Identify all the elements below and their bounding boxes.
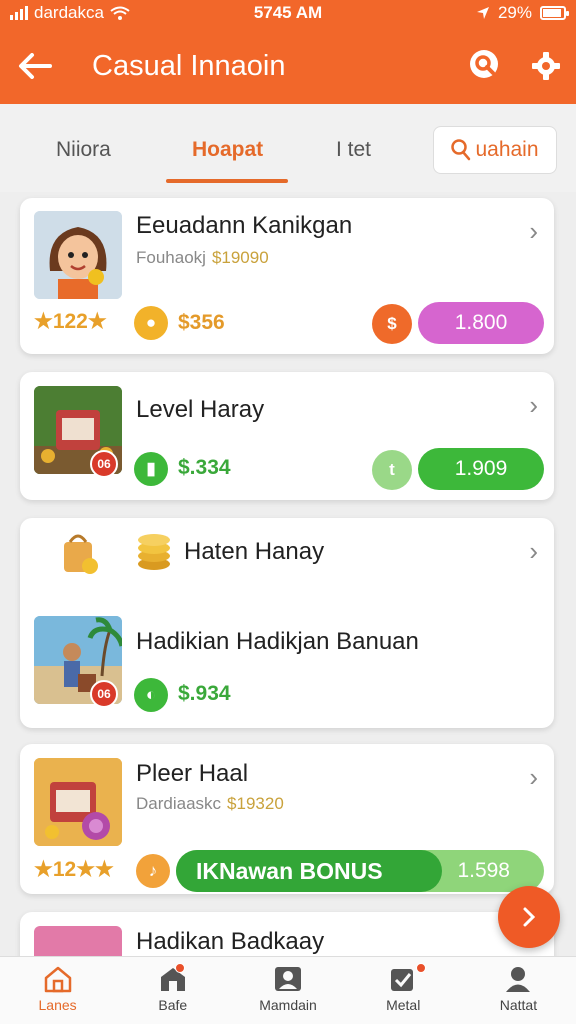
bottom-navigation: Lanes Bafe Mamdain Metal Nattat [0, 956, 576, 1024]
currency-button[interactable]: t [372, 450, 412, 490]
battery-icon [540, 6, 569, 20]
nav-nattat[interactable]: Nattat [461, 957, 576, 1024]
currency-button[interactable]: $ [372, 304, 412, 344]
chevron-right-icon[interactable]: › [529, 390, 538, 421]
character-thumbnail [34, 211, 122, 299]
game-card[interactable]: 06 Level Haray › ▮ $.334 t 1.909 [20, 372, 554, 500]
coin-amount: $.934 [178, 682, 231, 705]
game-card[interactable]: Eeuadann Kanikgan Fouhaokj $19090 › ★ 122 ★… [20, 198, 554, 354]
coin-amount: $356 [178, 311, 225, 334]
battery-percent: 29% [497, 3, 532, 22]
search-icon [470, 50, 498, 78]
buy-button[interactable]: 1.800 [418, 302, 544, 344]
bonus-label: IKNawan BONUS [176, 850, 442, 892]
app-bar: Casual Innaoin [0, 36, 576, 96]
portrait-icon [275, 967, 301, 991]
back-button[interactable] [0, 36, 70, 96]
game-subtitle: Fouhaokj $19090 [136, 248, 269, 267]
coin-icon: ▮ [134, 452, 168, 486]
search-tab-button[interactable]: uahain [433, 126, 557, 174]
search-tab-label: uahain [475, 138, 539, 161]
coin-icon: ◐ [134, 678, 168, 712]
chevron-right-icon[interactable]: › [529, 762, 538, 793]
game-title: Pleer Haal [136, 760, 249, 787]
game-card[interactable]: Haten Hanay › 06 Hadikian Hadikjan Banua… [20, 518, 554, 728]
coin-icon: ● [134, 306, 168, 340]
search-icon [451, 139, 471, 161]
chevron-right-icon [523, 907, 536, 927]
chevron-right-icon[interactable]: › [529, 536, 538, 567]
game-price: $19090 [211, 248, 269, 267]
location-icon [476, 7, 489, 19]
game-title-secondary: Hadikian Hadikjan Banuan [136, 628, 419, 655]
star-icon: ★ [34, 310, 53, 333]
game-title: Eeuadann Kanikgan [136, 212, 353, 239]
game-subtitle: Dardiaaskc $19320 [136, 794, 284, 813]
game-title: Level Haray [136, 396, 265, 423]
game-price: $19320 [227, 794, 284, 813]
profile-icon [506, 967, 531, 992]
gift-thumbnail [34, 758, 122, 846]
game-title: Hadikan Badkaay [136, 928, 325, 955]
top-header: dardakca 5745 AM 29% Casual Innaoin [0, 0, 576, 104]
status-bar: dardakca 5745 AM 29% [0, 0, 576, 26]
tab-bar: Niiora Hoapat I tet uahain [0, 104, 576, 192]
coin-stack-icon [138, 534, 170, 570]
rating: ★ 122 ★ [34, 309, 107, 334]
tab-hoapat[interactable]: Hoapat [192, 138, 263, 162]
search-button[interactable] [456, 36, 516, 96]
game-title: Haten Hanay [184, 538, 325, 565]
bonus-value: 1.598 [457, 859, 510, 882]
coin-amount: $.334 [178, 456, 231, 479]
tasks-icon [391, 969, 414, 991]
level-badge: 06 [90, 680, 118, 708]
star-icon: ★ [34, 858, 53, 881]
wifi-icon [110, 6, 130, 20]
gear-icon [532, 52, 560, 80]
nav-bafe[interactable]: Bafe [115, 957, 230, 1024]
bag-icon [64, 534, 98, 574]
star-icon: ★★ [76, 858, 114, 881]
notification-dot [415, 963, 426, 973]
game-card[interactable]: Pleer Haal Dardiaaskc $19320 › ★ 12 ★★ ♪ 1.… [20, 744, 554, 894]
back-arrow-icon [19, 53, 52, 79]
buy-button[interactable]: 1.909 [418, 448, 544, 490]
carrier-name: dardakca [34, 3, 104, 22]
status-time: 5745 AM [253, 3, 323, 22]
music-coin-icon: ♪ [136, 854, 170, 888]
chevron-right-icon[interactable]: › [529, 216, 538, 247]
rating: ★ 12 ★★ [34, 857, 114, 882]
nav-mamdain[interactable]: Mamdain [230, 957, 345, 1024]
star-icon: ★ [87, 310, 107, 333]
signal-icon [10, 6, 28, 20]
settings-button[interactable] [516, 36, 576, 96]
level-badge: 06 [90, 450, 118, 478]
tab-i-tet[interactable]: I tet [336, 138, 371, 162]
nav-metal[interactable]: Metal [346, 957, 461, 1024]
nav-lanes[interactable]: Lanes [0, 957, 115, 1024]
tab-niiora[interactable]: Niiora [56, 138, 111, 162]
home-icon [44, 966, 71, 993]
next-fab-button[interactable] [498, 886, 560, 948]
active-tab-indicator [166, 179, 288, 183]
page-title: Casual Innaoin [92, 49, 286, 82]
